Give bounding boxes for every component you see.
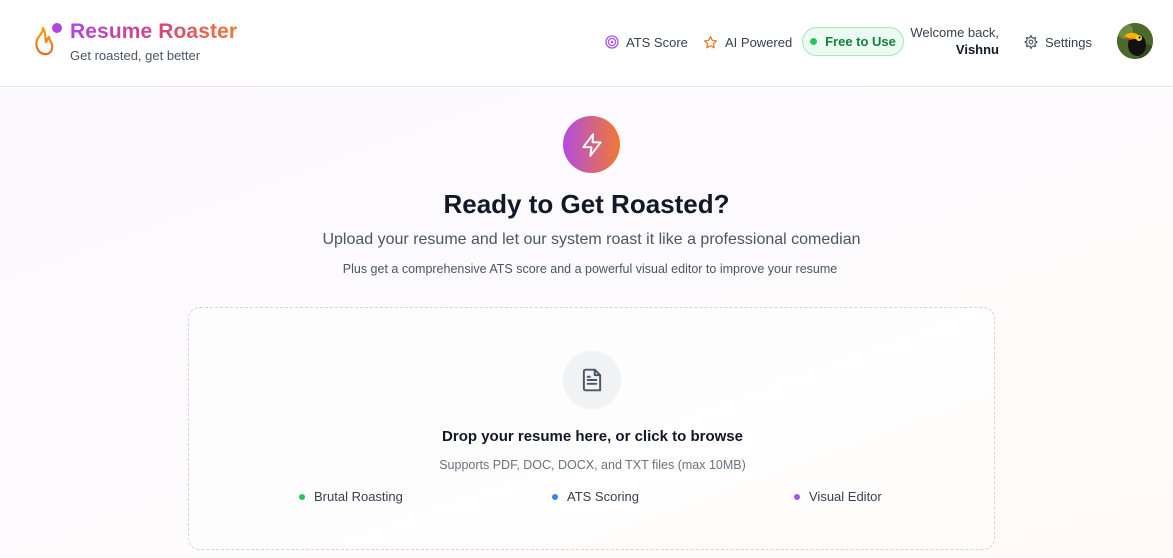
brand-subtitle: Get roasted, get better xyxy=(70,48,201,63)
settings-label: Settings xyxy=(1045,34,1092,50)
avatar[interactable] xyxy=(1117,23,1153,59)
free-to-use-badge: Free to Use xyxy=(802,27,904,56)
feature-label: Brutal Roasting xyxy=(314,489,403,504)
feature-visual-editor: Visual Editor xyxy=(794,489,882,504)
feature-label: Visual Editor xyxy=(809,489,882,504)
nav-ats-score-label: ATS Score xyxy=(626,34,688,50)
main-content: Ready to Get Roasted? Upload your resume… xyxy=(0,88,1173,558)
feature-ats-scoring: ATS Scoring xyxy=(552,489,639,504)
brand-title[interactable]: Resume Roaster xyxy=(70,20,237,44)
lightning-icon xyxy=(581,132,602,157)
free-to-use-label: Free to Use xyxy=(825,34,896,49)
app-header: Resume Roaster Get roasted, get better A… xyxy=(0,0,1173,87)
status-dot xyxy=(810,38,818,45)
nav-ai-powered[interactable]: AI Powered xyxy=(703,33,792,51)
page-title: Ready to Get Roasted? xyxy=(443,189,730,219)
feature-brutal-roasting: Brutal Roasting xyxy=(299,489,403,504)
hero-subtitle: Upload your resume and let our system ro… xyxy=(322,231,861,248)
feature-dot xyxy=(794,493,800,500)
star-icon xyxy=(703,35,718,48)
nav-ats-score[interactable]: ATS Score xyxy=(605,33,688,51)
hero-note: Plus get a comprehensive ATS score and a… xyxy=(342,262,838,276)
supported-formats: Supports PDF, DOC, DOCX, and TXT files (… xyxy=(439,458,746,472)
user-name: Vishnu xyxy=(955,42,999,57)
feature-dot xyxy=(552,493,558,500)
feature-label: ATS Scoring xyxy=(567,489,640,504)
target-icon xyxy=(605,35,619,49)
document-icon xyxy=(582,368,602,392)
hero-badge xyxy=(563,116,620,173)
settings-button[interactable]: Settings xyxy=(1024,33,1092,51)
feature-dot xyxy=(299,493,305,500)
resume-dropzone[interactable]: Drop your resume here, or click to brows… xyxy=(188,307,995,550)
dropzone-title: Drop your resume here, or click to brows… xyxy=(442,428,743,445)
welcome-line: Welcome back, xyxy=(910,25,999,40)
nav-ai-powered-label: AI Powered xyxy=(725,34,793,50)
upload-icon-circle xyxy=(563,351,621,409)
welcome-message: Welcome back, Vishnu xyxy=(906,24,999,58)
flame-icon[interactable] xyxy=(32,22,64,58)
gear-icon xyxy=(1024,35,1038,49)
